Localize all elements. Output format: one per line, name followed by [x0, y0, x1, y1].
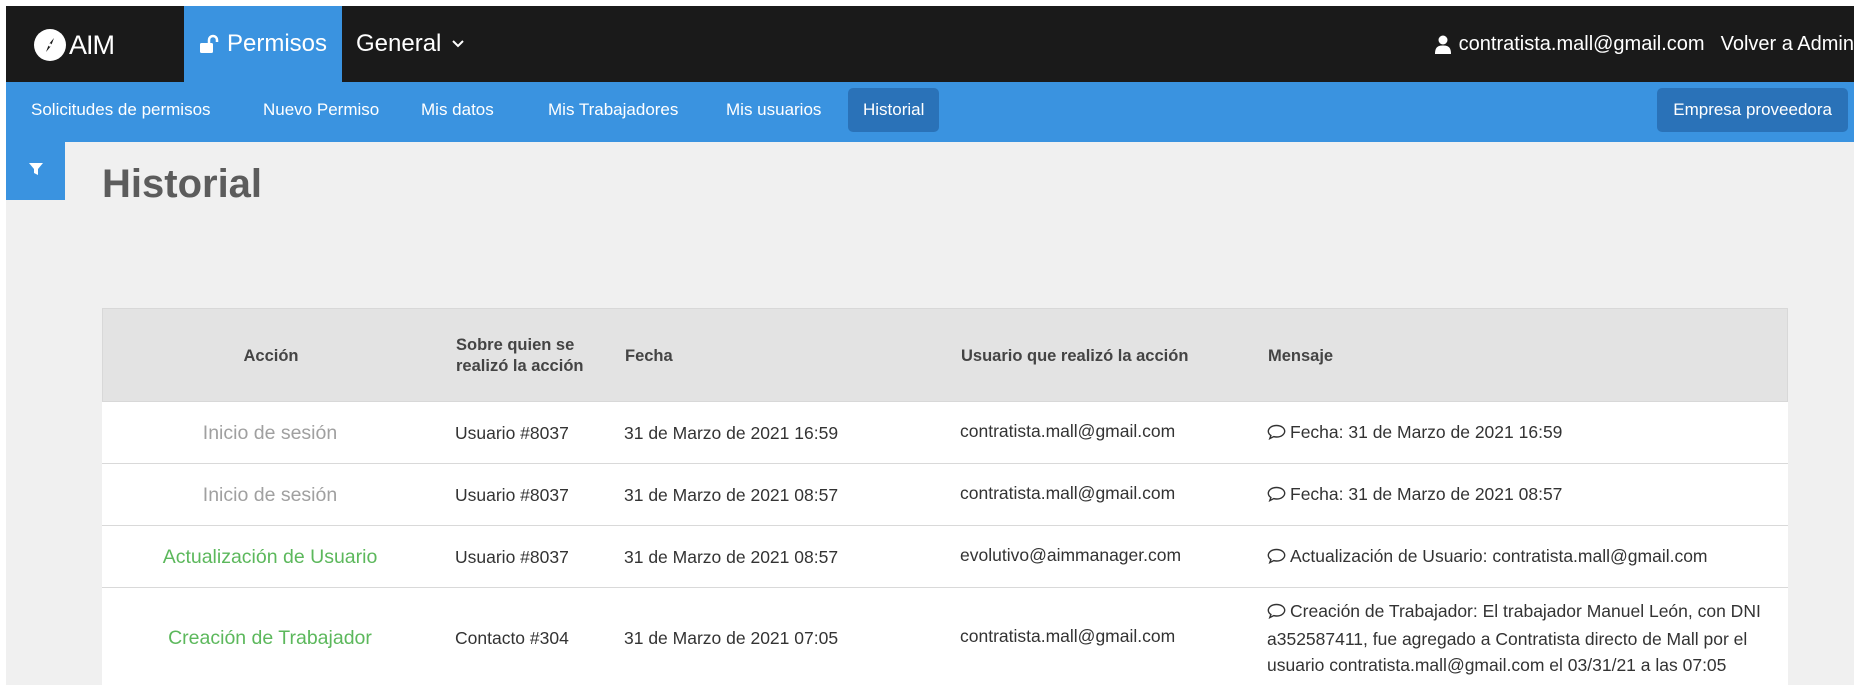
subnav-mis-datos[interactable]: Mis datos	[406, 88, 509, 132]
top-navbar: AIM Permisos General contratista.mall@gm…	[6, 6, 1854, 82]
subnav-solicitudes[interactable]: Solicitudes de permisos	[16, 88, 226, 132]
subnav-mis-trabajadores[interactable]: Mis Trabajadores	[533, 88, 693, 132]
subnav-mis-usuarios[interactable]: Mis usuarios	[711, 88, 836, 132]
row-usuario: contratista.mall@gmail.com	[960, 626, 1176, 646]
row-accion: Inicio de sesión	[202, 421, 338, 444]
sub-navbar: Solicitudes de permisos Nuevo Permiso Mi…	[6, 82, 1854, 142]
header-sobre[interactable]: Sobre quien se realizó la acción	[456, 309, 606, 403]
table-row: Inicio de sesión Usuario #8037 31 de Mar…	[102, 464, 1788, 526]
app-frame: AIM Permisos General contratista.mall@gm…	[6, 6, 1854, 685]
logo-text: AIM	[69, 29, 115, 60]
row-sobre: Usuario #8037	[455, 422, 569, 443]
header-sobre-line1: Sobre quien se	[456, 336, 575, 354]
row-mensaje: Fecha: 31 de Marzo de 2021 08:57	[1267, 464, 1562, 525]
row-usuario: evolutivo@aimmanager.com	[960, 544, 1182, 565]
header-usuario[interactable]: Usuario que realizó la acción	[961, 309, 1188, 403]
user-icon	[1434, 35, 1451, 54]
row-mensaje-text: Fecha: 31 de Marzo de 2021 08:57	[1290, 483, 1563, 504]
row-sobre: Usuario #8037	[455, 546, 569, 567]
row-usuario: contratista.mall@gmail.com	[960, 420, 1176, 441]
nav-general-label: General	[356, 30, 442, 57]
comment-icon	[1267, 545, 1286, 571]
empresa-proveedora-button[interactable]: Empresa proveedora	[1657, 88, 1848, 132]
table-row: Inicio de sesión Usuario #8037 31 de Mar…	[102, 402, 1788, 464]
row-mensaje-text: Actualización de Usuario: contratista.ma…	[1290, 545, 1708, 566]
row-mensaje-line2: a352587411, fue agregado a Contratista d…	[1267, 629, 1748, 649]
table-row: Actualización de Usuario Usuario #8037 3…	[102, 526, 1788, 588]
page-title: Historial	[102, 162, 263, 206]
row-fecha: 31 de Marzo de 2021 07:05	[624, 628, 839, 648]
row-mensaje-text: Fecha: 31 de Marzo de 2021 16:59	[1290, 421, 1563, 442]
row-mensaje: Creación de Trabajador: El trabajador Ma…	[1267, 588, 1788, 685]
subnav-nuevo-permiso[interactable]: Nuevo Permiso	[248, 88, 394, 132]
row-mensaje: Actualización de Usuario: contratista.ma…	[1267, 526, 1708, 587]
comment-icon	[1267, 600, 1286, 626]
row-accion: Inicio de sesión	[202, 483, 338, 506]
header-accion[interactable]: Acción	[103, 309, 439, 403]
nav-permisos-label: Permisos	[226, 30, 328, 57]
header-sobre-line2: realizó la acción	[456, 357, 584, 375]
row-accion: Creación de Trabajador	[168, 627, 372, 649]
row-fecha: 31 de Marzo de 2021 08:57	[624, 546, 839, 567]
row-accion: Actualización de Usuario	[162, 545, 378, 568]
nav-general-dropdown[interactable]: General	[356, 6, 465, 82]
header-mensaje[interactable]: Mensaje	[1268, 309, 1333, 403]
filter-toggle-button[interactable]	[6, 142, 65, 200]
table-row: Creación de Trabajador Contacto #304 31 …	[102, 588, 1788, 685]
compass-logo-icon	[34, 29, 66, 61]
comment-icon	[1267, 421, 1286, 447]
volver-admin-link[interactable]: Volver a Admin	[1721, 33, 1854, 56]
row-mensaje-line3: usuario contratista.mall@gmail.com el 03…	[1267, 655, 1727, 675]
unlock-icon	[199, 34, 219, 54]
row-fecha: 31 de Marzo de 2021 16:59	[624, 422, 839, 443]
brand-logo[interactable]: AIM	[34, 28, 115, 62]
row-sobre: Usuario #8037	[455, 484, 569, 505]
row-fecha: 31 de Marzo de 2021 08:57	[624, 484, 839, 505]
user-email-link[interactable]: contratista.mall@gmail.com	[1459, 33, 1705, 56]
subnav-historial[interactable]: Historial	[848, 88, 940, 132]
row-usuario: contratista.mall@gmail.com	[960, 482, 1176, 503]
comment-icon	[1267, 483, 1286, 509]
user-area: contratista.mall@gmail.com Volver a Admi…	[1434, 6, 1854, 82]
chevron-down-icon	[451, 39, 465, 49]
table-header: Acción Sobre quien se realizó la acción …	[102, 308, 1788, 402]
nav-permisos[interactable]: Permisos	[184, 6, 342, 82]
row-mensaje-line1: Creación de Trabajador: El trabajador Ma…	[1290, 601, 1761, 621]
row-sobre: Contacto #304	[455, 628, 569, 648]
historial-table: Acción Sobre quien se realizó la acción …	[102, 308, 1788, 685]
row-mensaje: Fecha: 31 de Marzo de 2021 16:59	[1267, 402, 1562, 463]
header-fecha[interactable]: Fecha	[625, 309, 673, 403]
filter-icon	[28, 161, 44, 182]
